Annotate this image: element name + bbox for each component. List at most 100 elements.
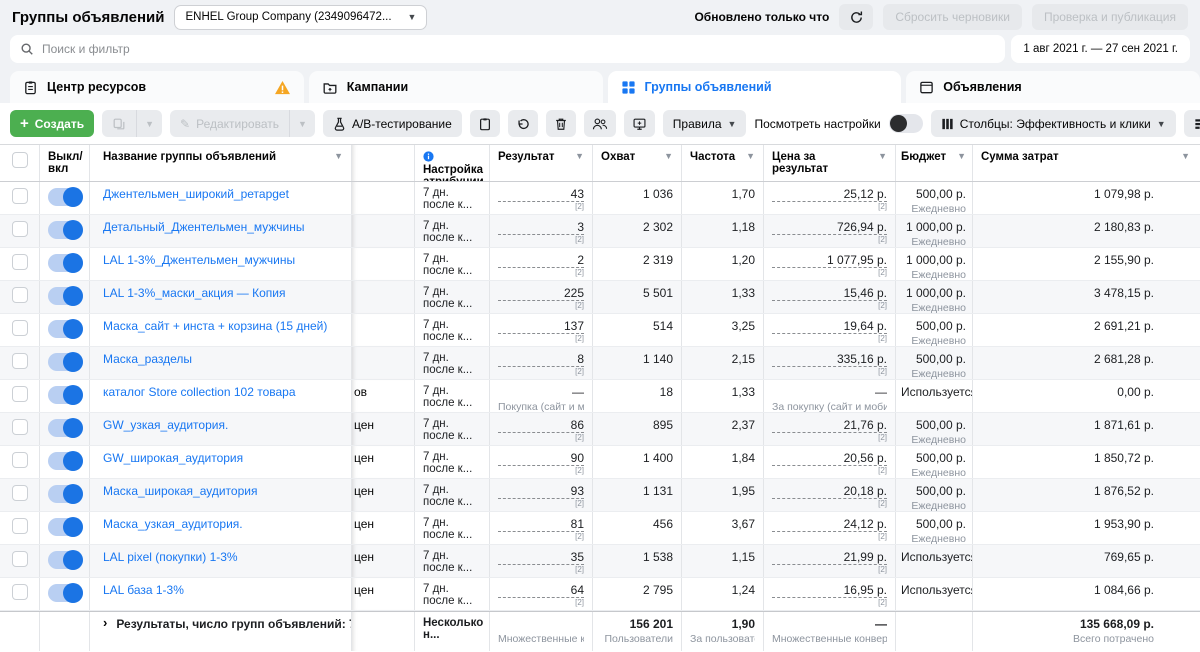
- create-button[interactable]: + Создать: [10, 110, 95, 137]
- result-value[interactable]: 86: [498, 418, 584, 433]
- adset-name-link[interactable]: LAL база 1-3%: [103, 583, 343, 597]
- undo-button[interactable]: [507, 110, 538, 137]
- row-toggle-cell: [40, 347, 90, 379]
- rules-button[interactable]: Правила ▼: [662, 110, 747, 137]
- adset-name-link[interactable]: Маска_узкая_аудитория.: [103, 517, 343, 531]
- result-value[interactable]: 2: [498, 253, 584, 268]
- cost-value[interactable]: 19,64 р.: [772, 319, 887, 334]
- cost-header[interactable]: Цена за результат ▼: [764, 145, 896, 181]
- adset-toggle[interactable]: [48, 550, 83, 570]
- result-value[interactable]: 3: [498, 220, 584, 235]
- columns-button[interactable]: Столбцы: Эффективность и клики ▼: [930, 110, 1176, 137]
- cost-value[interactable]: 15,46 р.: [772, 286, 887, 301]
- tab-resource-center[interactable]: Центр ресурсов: [10, 71, 304, 103]
- adset-toggle[interactable]: [48, 253, 83, 273]
- adset-toggle[interactable]: [48, 319, 83, 339]
- row-checkbox[interactable]: [11, 551, 28, 567]
- reach-header[interactable]: Охват ▼: [593, 145, 682, 181]
- select-all-checkbox[interactable]: [11, 152, 28, 168]
- result-value[interactable]: 137: [498, 319, 584, 334]
- ab-test-button[interactable]: А/В-тестирование: [322, 110, 462, 137]
- tab-ad-sets[interactable]: Группы объявлений: [607, 71, 902, 103]
- row-checkbox[interactable]: [11, 254, 28, 270]
- account-selector[interactable]: ENHEL Group Company (2349096472... ▼: [174, 4, 428, 30]
- delete-button[interactable]: [545, 110, 576, 137]
- adset-toggle[interactable]: [48, 484, 83, 504]
- row-checkbox[interactable]: [11, 287, 28, 303]
- budget-header[interactable]: Бюджет ▼: [896, 145, 973, 181]
- cost-value[interactable]: 20,56 р.: [772, 451, 887, 466]
- result-value[interactable]: 81: [498, 517, 584, 532]
- adset-name-link[interactable]: GW_широкая_аудитория: [103, 451, 343, 465]
- cost-value[interactable]: 20,18 р.: [772, 484, 887, 499]
- cost-value[interactable]: 21,99 р.: [772, 550, 887, 565]
- adset-toggle[interactable]: [48, 220, 83, 240]
- row-checkbox[interactable]: [11, 452, 28, 468]
- cost-value[interactable]: 1 077,95 р.: [772, 253, 887, 268]
- row-checkbox[interactable]: [11, 221, 28, 237]
- tab-campaigns[interactable]: Кампании: [308, 71, 603, 103]
- expand-chevron-icon[interactable]: ›: [103, 616, 107, 629]
- adset-name-link[interactable]: Детальный_Джентельмен_мужчины: [103, 220, 343, 234]
- result-value[interactable]: 43: [498, 187, 584, 202]
- adset-toggle[interactable]: [48, 583, 83, 603]
- edit-button[interactable]: ✎ Редактировать: [170, 110, 290, 137]
- tab-ads[interactable]: Объявления: [906, 71, 1200, 103]
- adset-name-link[interactable]: Маска_широкая_аудитория: [103, 484, 343, 498]
- cost-value[interactable]: 726,94 р.: [772, 220, 887, 235]
- search-input[interactable]: Поиск и фильтр: [10, 35, 1006, 63]
- cost-value[interactable]: 25,12 р.: [772, 187, 887, 202]
- adset-toggle[interactable]: [48, 385, 83, 405]
- result-value[interactable]: 64: [498, 583, 584, 598]
- adset-name-link[interactable]: LAL pixel (покупки) 1-3%: [103, 550, 343, 564]
- device-preview-button[interactable]: [623, 110, 655, 137]
- adset-name-link[interactable]: LAL 1-3%_маски_акция — Копия: [103, 286, 343, 300]
- refresh-button[interactable]: [839, 4, 874, 30]
- duplicate-options-button[interactable]: ▼: [136, 110, 163, 137]
- cost-value[interactable]: 24,12 р.: [772, 517, 887, 532]
- row-checkbox[interactable]: [11, 584, 28, 600]
- review-publish-button[interactable]: Проверка и публикация: [1031, 4, 1188, 30]
- adset-name-link[interactable]: Джентельмен_широкий_ретарget: [103, 187, 343, 201]
- breakdown-button[interactable]: Разбивка ▼: [1183, 110, 1200, 137]
- adset-name-link[interactable]: GW_узкая_аудитория.: [103, 418, 343, 432]
- row-checkbox[interactable]: [11, 518, 28, 534]
- sort-caret-icon: ▼: [1181, 151, 1190, 161]
- row-checkbox[interactable]: [11, 485, 28, 501]
- adset-toggle[interactable]: [48, 187, 83, 207]
- row-checkbox[interactable]: [11, 188, 28, 204]
- adset-name-link[interactable]: каталог Store collection 102 товара: [103, 385, 343, 399]
- result-header[interactable]: Результат ▼: [490, 145, 593, 181]
- row-checkbox[interactable]: [11, 320, 28, 336]
- adset-toggle[interactable]: [48, 286, 83, 306]
- view-settings-toggle[interactable]: [888, 114, 923, 133]
- export-button[interactable]: [469, 110, 500, 137]
- result-value[interactable]: 90: [498, 451, 584, 466]
- spent-header[interactable]: Сумма затрат ▼: [973, 145, 1200, 181]
- adset-toggle[interactable]: [48, 418, 83, 438]
- result-value[interactable]: 35: [498, 550, 584, 565]
- discard-drafts-button[interactable]: Сбросить черновики: [883, 4, 1022, 30]
- result-value[interactable]: 93: [498, 484, 584, 499]
- frequency-header[interactable]: Частота ▼: [682, 145, 764, 181]
- result-value[interactable]: 225: [498, 286, 584, 301]
- audience-button[interactable]: [583, 110, 616, 137]
- adset-name-link[interactable]: LAL 1-3%_Джентельмен_мужчины: [103, 253, 343, 267]
- cost-value[interactable]: 16,95 р.: [772, 583, 887, 598]
- result-value[interactable]: 8: [498, 352, 584, 367]
- adset-toggle[interactable]: [48, 352, 83, 372]
- date-range-picker[interactable]: 1 авг 2021 г. — 27 сен 2021 г.: [1011, 35, 1190, 63]
- adset-toggle[interactable]: [48, 451, 83, 471]
- cost-cell: 726,94 р.[2]За добавление в корзину: [764, 215, 896, 247]
- row-checkbox[interactable]: [11, 353, 28, 369]
- name-header[interactable]: Название группы объявлений ▼: [90, 145, 352, 181]
- adset-toggle[interactable]: [48, 517, 83, 537]
- adset-name-link[interactable]: Маска_сайт + инста + корзина (15 дней): [103, 319, 343, 333]
- row-checkbox[interactable]: [11, 386, 28, 402]
- row-checkbox[interactable]: [11, 419, 28, 435]
- cost-value[interactable]: 21,76 р.: [772, 418, 887, 433]
- cost-value[interactable]: 335,16 р.: [772, 352, 887, 367]
- adset-name-link[interactable]: Маска_разделы: [103, 352, 343, 366]
- edit-options-button[interactable]: ▼: [289, 110, 315, 137]
- duplicate-button[interactable]: [102, 110, 137, 137]
